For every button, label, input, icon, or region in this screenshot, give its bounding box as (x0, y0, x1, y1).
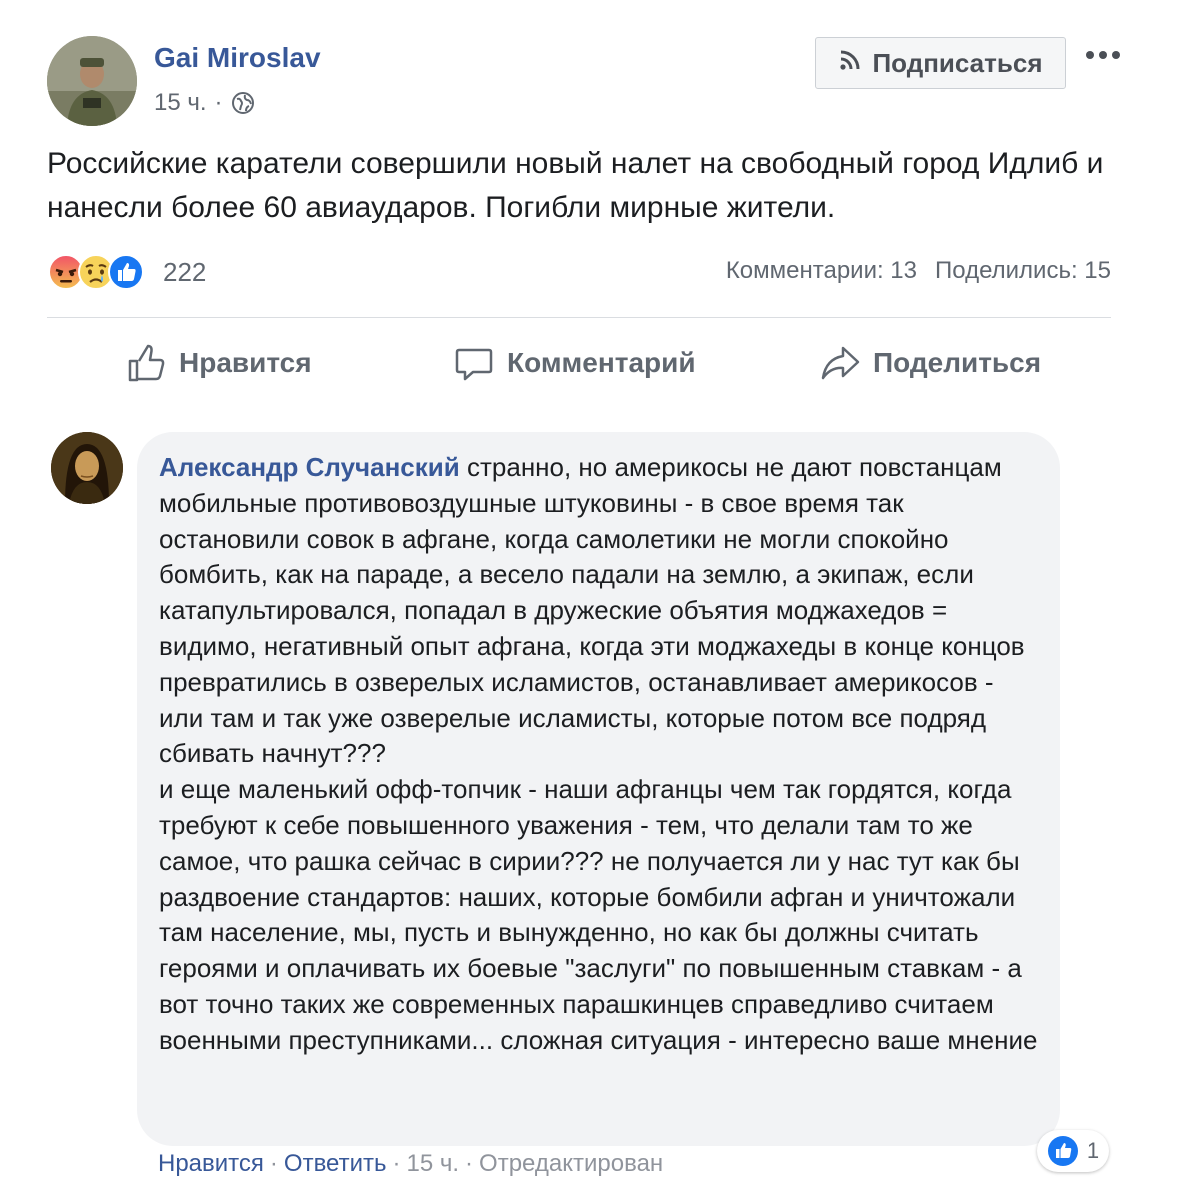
follow-label: Подписаться (872, 47, 1043, 78)
comment-actions: Нравится · Ответить · 15 ч. · Отредактир… (158, 1150, 663, 1178)
post-meta: 15 ч. · (154, 89, 255, 117)
comment-edited[interactable]: Отредактирован (479, 1150, 663, 1178)
comment-time[interactable]: 15 ч. (407, 1150, 460, 1178)
commenter-name[interactable]: Александр Случанский (159, 452, 460, 482)
follow-button[interactable]: Подписаться (815, 37, 1066, 89)
like-icon (108, 254, 144, 290)
reactions-bar: 222 Комментарии: 13 Поделились: 15 (47, 252, 1111, 292)
post-stats: Комментарии: 13 Поделились: 15 (726, 257, 1111, 285)
reaction-icons[interactable] (47, 252, 144, 292)
comment-icon (455, 348, 493, 381)
like-label: Нравится (179, 347, 312, 378)
share-button[interactable]: Поделиться (819, 330, 1041, 396)
shares-count-link[interactable]: Поделились: 15 (935, 257, 1111, 285)
comment-like-count: 1 (1086, 1138, 1100, 1163)
post-header: Gai Miroslav 15 ч. · Подписаться (47, 36, 1127, 128)
author-photo (47, 36, 137, 126)
share-label: Поделиться (873, 347, 1042, 378)
globe-icon[interactable] (231, 91, 255, 115)
commenter-photo (51, 432, 123, 504)
comment-reply-link[interactable]: Ответить (284, 1150, 387, 1178)
commenter-avatar[interactable] (51, 432, 123, 504)
separator: · (269, 1150, 278, 1177)
separator: · (392, 1150, 401, 1177)
meta-separator: · (214, 89, 223, 116)
thumbs-up-icon (128, 344, 165, 382)
separator: · (465, 1150, 474, 1177)
reaction-count[interactable]: 222 (163, 257, 206, 288)
rss-icon (838, 48, 862, 79)
post-text: Российские каратели совершили новый нале… (47, 147, 1104, 224)
like-icon (1047, 1136, 1078, 1166)
author-avatar[interactable] (47, 36, 137, 126)
comment-reaction-badge[interactable]: 1 (1037, 1130, 1109, 1172)
more-options-icon[interactable] (1083, 40, 1123, 70)
like-button[interactable]: Нравится (125, 330, 312, 396)
comments-count-link[interactable]: Комментарии: 13 (726, 257, 917, 285)
author-name[interactable]: Gai Miroslav (154, 42, 321, 74)
comment-label: Комментарий (507, 347, 696, 378)
divider (47, 317, 1111, 318)
share-icon (821, 346, 860, 380)
comment-like-link[interactable]: Нравится (158, 1150, 264, 1178)
comment-text: странно, но америкосы не дают повстанцам… (159, 452, 1038, 1055)
comment-button[interactable]: Комментарий (453, 330, 696, 396)
post-actions: Нравится Комментарий Поделиться (47, 330, 1111, 396)
comment-bubble: Александр Случанский странно, но америко… (137, 432, 1060, 1146)
post-time[interactable]: 15 ч. (154, 89, 207, 117)
